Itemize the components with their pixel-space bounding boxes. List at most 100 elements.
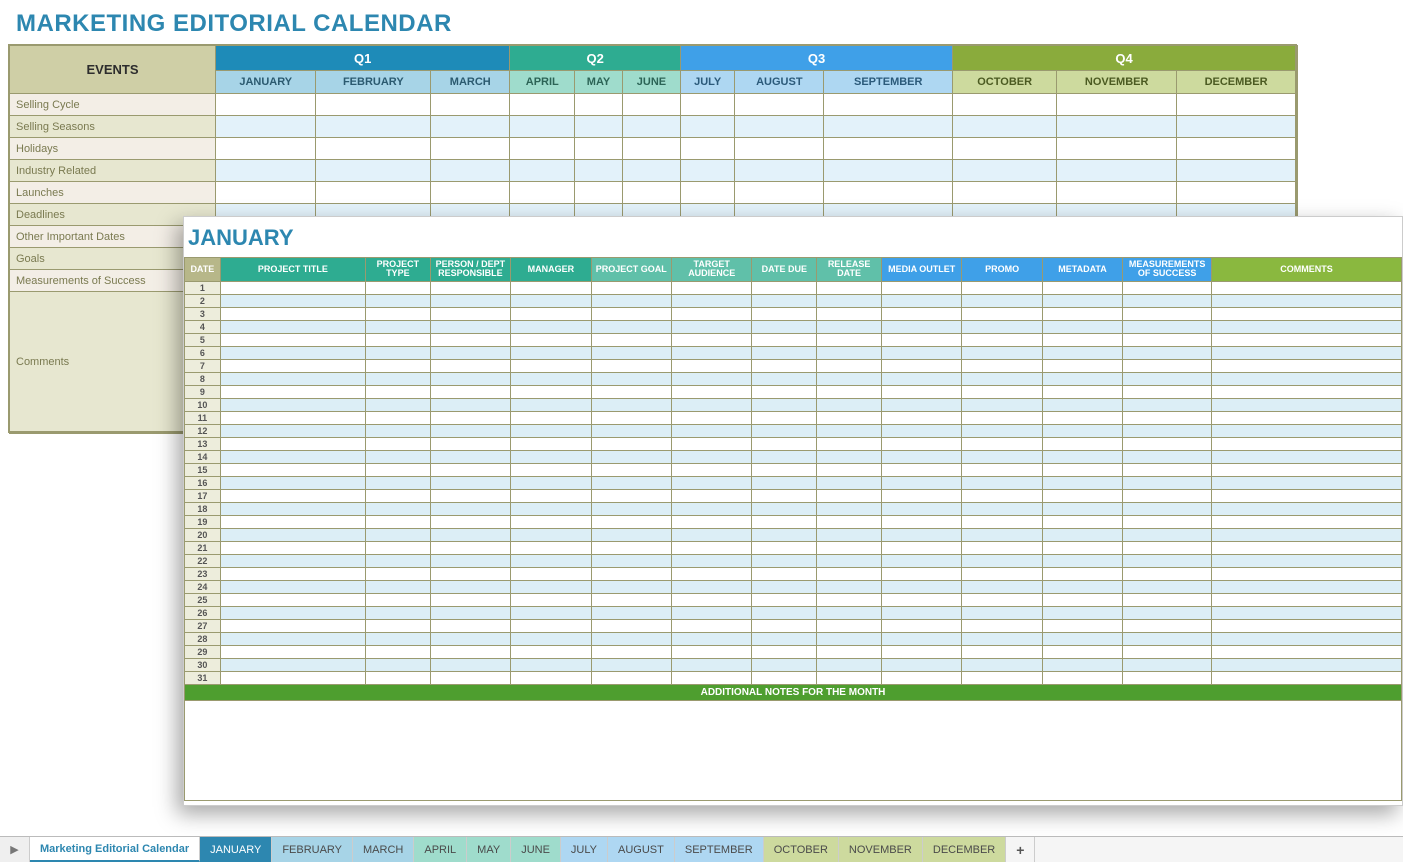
project-cell[interactable] [752, 554, 817, 567]
project-cell[interactable] [881, 541, 961, 554]
project-cell[interactable] [881, 281, 961, 294]
project-cell[interactable] [671, 320, 751, 333]
month-header-oct[interactable]: OCTOBER [953, 71, 1057, 94]
project-cell[interactable] [752, 567, 817, 580]
project-cell[interactable] [1212, 554, 1402, 567]
calendar-cell[interactable] [510, 94, 575, 116]
month-header-nov[interactable]: NOVEMBER [1057, 71, 1177, 94]
project-cell[interactable] [511, 424, 591, 437]
calendar-cell[interactable] [1057, 94, 1177, 116]
project-cell[interactable] [752, 541, 817, 554]
calendar-cell[interactable] [510, 182, 575, 204]
calendar-cell[interactable] [216, 116, 316, 138]
project-cell[interactable] [365, 554, 430, 567]
project-cell[interactable] [962, 541, 1042, 554]
project-cell[interactable] [365, 398, 430, 411]
project-cell[interactable] [220, 359, 365, 372]
project-cell[interactable] [1212, 476, 1402, 489]
project-cell[interactable] [1123, 346, 1212, 359]
project-cell[interactable] [671, 632, 751, 645]
project-cell[interactable] [430, 424, 510, 437]
project-cell[interactable] [511, 398, 591, 411]
project-cell[interactable] [365, 580, 430, 593]
project-cell[interactable] [220, 463, 365, 476]
project-cell[interactable] [220, 307, 365, 320]
project-cell[interactable] [1123, 502, 1212, 515]
project-cell[interactable] [671, 450, 751, 463]
project-cell[interactable] [511, 333, 591, 346]
project-cell[interactable] [511, 593, 591, 606]
project-cell[interactable] [671, 424, 751, 437]
project-cell[interactable] [1212, 593, 1402, 606]
project-cell[interactable] [430, 567, 510, 580]
project-cell[interactable] [591, 463, 671, 476]
project-cell[interactable] [671, 333, 751, 346]
project-cell[interactable] [752, 385, 817, 398]
project-cell[interactable] [817, 515, 882, 528]
project-cell[interactable] [365, 307, 430, 320]
calendar-cell[interactable] [953, 94, 1057, 116]
project-cell[interactable] [1123, 580, 1212, 593]
project-cell[interactable] [881, 346, 961, 359]
sheet-tab-november[interactable]: NOVEMBER [839, 837, 923, 862]
project-cell[interactable] [220, 645, 365, 658]
sheet-tab-marketing-editorial-calendar[interactable]: Marketing Editorial Calendar [30, 837, 200, 862]
project-cell[interactable] [591, 307, 671, 320]
project-cell[interactable] [511, 320, 591, 333]
project-cell[interactable] [752, 320, 817, 333]
project-cell[interactable] [430, 645, 510, 658]
project-cell[interactable] [962, 359, 1042, 372]
project-cell[interactable] [430, 450, 510, 463]
project-cell[interactable] [511, 346, 591, 359]
project-cell[interactable] [1212, 528, 1402, 541]
project-cell[interactable] [881, 671, 961, 684]
project-cell[interactable] [752, 346, 817, 359]
project-cell[interactable] [591, 554, 671, 567]
project-cell[interactable] [1042, 359, 1122, 372]
calendar-cell[interactable] [824, 94, 953, 116]
project-cell[interactable] [817, 411, 882, 424]
project-cell[interactable] [817, 554, 882, 567]
project-cell[interactable] [1212, 658, 1402, 671]
project-cell[interactable] [220, 554, 365, 567]
project-cell[interactable] [220, 606, 365, 619]
project-cell[interactable] [752, 671, 817, 684]
project-cell[interactable] [1042, 424, 1122, 437]
project-cell[interactable] [220, 320, 365, 333]
project-cell[interactable] [671, 567, 751, 580]
project-cell[interactable] [1123, 645, 1212, 658]
sheet-tab-july[interactable]: JULY [561, 837, 608, 862]
project-cell[interactable] [1212, 450, 1402, 463]
project-cell[interactable] [430, 333, 510, 346]
calendar-cell[interactable] [622, 94, 680, 116]
project-cell[interactable] [1212, 372, 1402, 385]
calendar-cell[interactable] [824, 116, 953, 138]
project-cell[interactable] [962, 424, 1042, 437]
project-cell[interactable] [817, 424, 882, 437]
month-header-aug[interactable]: AUGUST [735, 71, 824, 94]
project-cell[interactable] [220, 567, 365, 580]
project-cell[interactable] [1042, 580, 1122, 593]
project-cell[interactable] [962, 463, 1042, 476]
project-cell[interactable] [430, 606, 510, 619]
project-cell[interactable] [591, 359, 671, 372]
project-cell[interactable] [881, 320, 961, 333]
calendar-cell[interactable] [622, 160, 680, 182]
project-cell[interactable] [817, 567, 882, 580]
calendar-cell[interactable] [681, 94, 735, 116]
project-cell[interactable] [962, 411, 1042, 424]
project-cell[interactable] [1123, 476, 1212, 489]
calendar-cell[interactable] [1057, 160, 1177, 182]
project-cell[interactable] [752, 528, 817, 541]
project-cell[interactable] [220, 593, 365, 606]
project-cell[interactable] [881, 307, 961, 320]
project-cell[interactable] [752, 515, 817, 528]
project-cell[interactable] [365, 424, 430, 437]
project-cell[interactable] [511, 528, 591, 541]
project-cell[interactable] [817, 398, 882, 411]
project-cell[interactable] [1123, 333, 1212, 346]
project-cell[interactable] [962, 580, 1042, 593]
project-cell[interactable] [591, 450, 671, 463]
project-cell[interactable] [220, 385, 365, 398]
project-cell[interactable] [511, 619, 591, 632]
